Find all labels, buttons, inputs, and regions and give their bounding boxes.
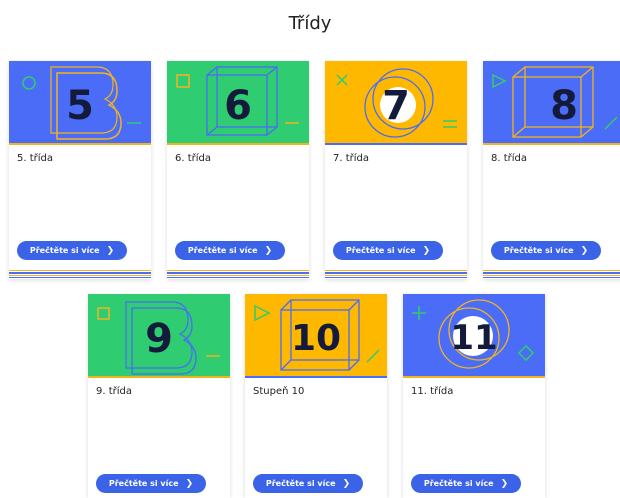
card-label: 11. třída xyxy=(411,386,454,397)
card-banner: 6 xyxy=(167,61,309,145)
chevron-right-icon: ❯ xyxy=(580,245,589,256)
card-label: Stupeň 10 xyxy=(253,386,305,397)
card-banner: 5 xyxy=(9,61,151,145)
card-stripes xyxy=(325,270,467,279)
read-more-button[interactable]: Přečtěte si více ❯ xyxy=(96,474,206,493)
card-label: 5. třída xyxy=(17,153,54,164)
chevron-right-icon: ❯ xyxy=(185,478,194,489)
page-title: Třídy xyxy=(288,13,332,34)
chevron-right-icon: ❯ xyxy=(106,245,115,256)
chevron-right-icon: ❯ xyxy=(500,478,509,489)
card-label: 6. třída xyxy=(175,153,212,164)
class-card-7: 7 7. třída Přečtěte si více ❯ xyxy=(325,61,467,279)
class-card-5: 5 5. třída Přečtěte si více ❯ xyxy=(9,61,151,279)
read-more-button[interactable]: Přečtěte si více ❯ xyxy=(491,241,601,260)
chevron-right-icon: ❯ xyxy=(342,478,351,489)
class-card-6: 6 6. třída Přečtěte si více ❯ xyxy=(167,61,309,279)
read-more-button[interactable]: Přečtěte si více ❯ xyxy=(17,241,127,260)
grade-number: 7 xyxy=(382,83,410,129)
card-banner: 7 xyxy=(325,61,467,145)
read-more-button[interactable]: Přečtěte si více ❯ xyxy=(411,474,521,493)
chevron-right-icon: ❯ xyxy=(422,245,431,256)
grade-number: 9 xyxy=(145,316,173,362)
class-card-11: 11 11. třída Přečtěte si více ❯ xyxy=(403,294,545,498)
card-stripes xyxy=(9,270,151,279)
card-label: 9. třída xyxy=(96,386,133,397)
card-label: 7. třída xyxy=(333,153,370,164)
grade-number: 10 xyxy=(290,318,342,359)
chevron-right-icon: ❯ xyxy=(264,245,273,256)
class-card-10: 10 Stupeň 10 Přečtěte si více ❯ xyxy=(245,294,387,498)
card-banner: 11 xyxy=(403,294,545,378)
card-banner: 10 xyxy=(245,294,387,378)
class-card-8: 8 8. třída Přečtěte si více ❯ xyxy=(483,61,620,279)
card-banner: 9 xyxy=(88,294,230,378)
read-more-button[interactable]: Přečtěte si více ❯ xyxy=(333,241,443,260)
class-card-9: 9 9. třída Přečtěte si více ❯ xyxy=(88,294,230,498)
card-stripes xyxy=(167,270,309,279)
grade-number: 5 xyxy=(66,83,94,129)
card-banner: 8 xyxy=(483,61,620,145)
card-label: 8. třída xyxy=(491,153,528,164)
card-stripes xyxy=(483,270,620,279)
grade-number: 6 xyxy=(224,83,252,129)
grade-number: 8 xyxy=(550,83,578,129)
read-more-button[interactable]: Přečtěte si více ❯ xyxy=(253,474,363,493)
grade-number: 11 xyxy=(450,318,498,358)
read-more-button[interactable]: Přečtěte si více ❯ xyxy=(175,241,285,260)
